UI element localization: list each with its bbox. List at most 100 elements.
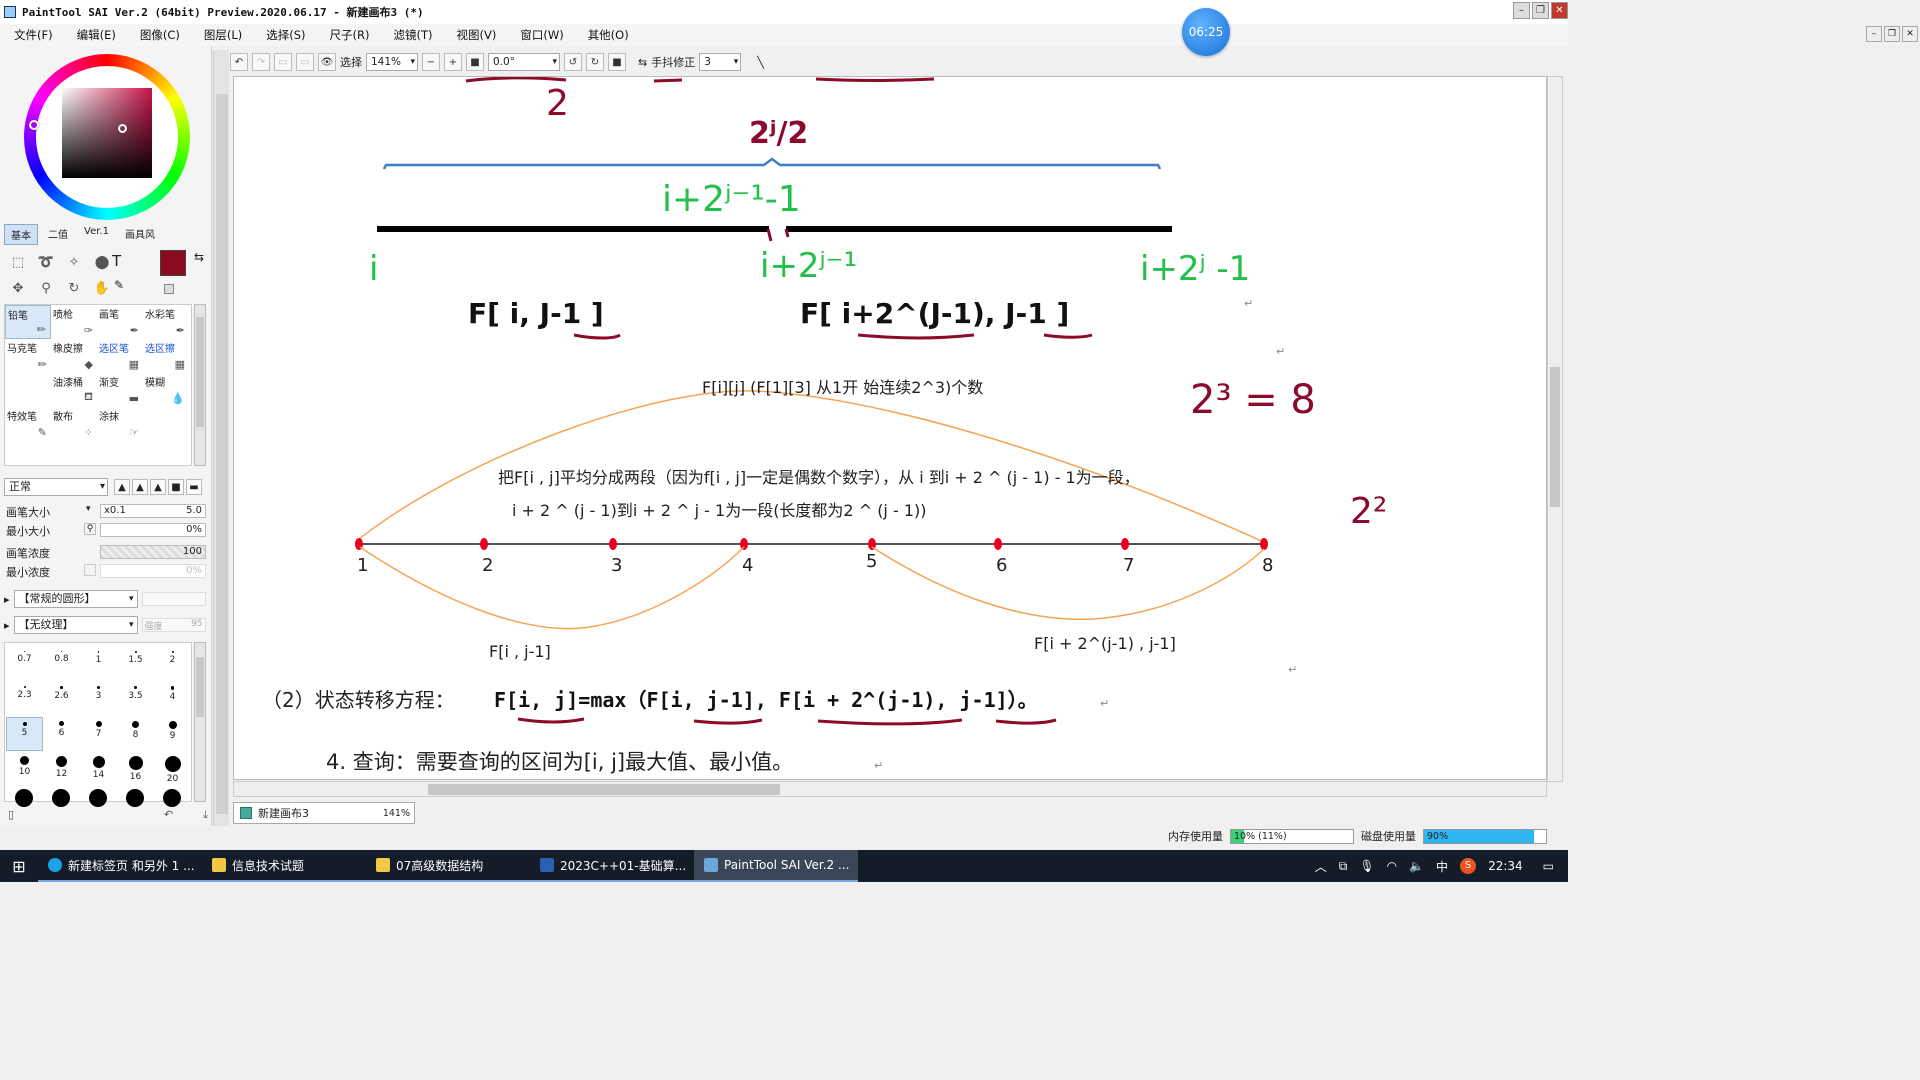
- brush-airbrush[interactable]: 喷枪 ✑: [51, 305, 97, 339]
- brush-size-slider[interactable]: x0.1 5.0: [100, 504, 206, 518]
- tab-ver1[interactable]: Ver.1: [78, 224, 115, 245]
- brush-pencil[interactable]: 铅笔 ✏: [5, 305, 51, 339]
- windows-start-icon[interactable]: ⊞: [0, 857, 38, 876]
- blend-mode-select[interactable]: 正常: [4, 478, 108, 496]
- tip-shape-3[interactable]: ▲: [150, 479, 166, 495]
- flip-icon[interactable]: ⇆: [638, 56, 647, 69]
- restore-button[interactable]: ❐: [1532, 2, 1549, 19]
- size-dropdown-icon[interactable]: ▾: [86, 504, 91, 514]
- size-preset[interactable]: 0.8: [43, 647, 80, 681]
- rotate-reset-icon[interactable]: ■: [608, 53, 626, 71]
- swap-colors-icon[interactable]: ⇆: [194, 250, 204, 264]
- brush-brush[interactable]: 画笔 ✒: [97, 305, 143, 339]
- menu-layer[interactable]: 图层(L): [192, 27, 254, 43]
- redo-icon[interactable]: ↷: [252, 53, 270, 71]
- deselect-icon[interactable]: ▭: [274, 53, 292, 71]
- brush-gradient[interactable]: 渐变 ▬: [97, 373, 143, 407]
- menu-image[interactable]: 图像(C): [128, 27, 192, 43]
- tip-shape-1[interactable]: ▲: [114, 479, 130, 495]
- size-preset[interactable]: 2: [154, 647, 191, 681]
- size-dot-icon[interactable]: [163, 789, 181, 807]
- size-preset[interactable]: 2.3: [6, 682, 43, 716]
- magic-wand-icon[interactable]: ✧: [62, 250, 86, 274]
- menu-other[interactable]: 其他(O): [576, 27, 641, 43]
- tip-shape-5[interactable]: ▬: [186, 479, 202, 495]
- menu-file[interactable]: 文件(F): [0, 27, 65, 43]
- invert-select-icon[interactable]: ▭: [296, 53, 314, 71]
- brush-list-scrollbar[interactable]: [194, 304, 206, 466]
- stabilizer-select[interactable]: 3: [699, 53, 742, 71]
- tip-shape-4[interactable]: ■: [168, 479, 184, 495]
- move-icon[interactable]: ✥: [6, 276, 30, 300]
- size-preset[interactable]: 14: [80, 752, 117, 786]
- canvas-minimize-button[interactable]: –: [1866, 26, 1882, 42]
- eye-icon[interactable]: 👁: [318, 53, 336, 71]
- sogou-input-icon[interactable]: S: [1460, 858, 1477, 874]
- undo-icon[interactable]: ↶: [230, 53, 248, 71]
- task-browser[interactable]: 新建标签页 和另外 1 ...: [38, 850, 202, 882]
- task-folder-2[interactable]: 07高级数据结构: [366, 850, 530, 882]
- rect-select-icon[interactable]: ⬚: [6, 250, 30, 274]
- size-presets-scrollbar[interactable]: [194, 642, 206, 802]
- navigator-scrollbar[interactable]: [213, 50, 229, 826]
- brush-scatter[interactable]: 散布 ⁘: [51, 407, 97, 441]
- volume-icon[interactable]: 🔈: [1409, 859, 1424, 873]
- canvas-close-button[interactable]: ✕: [1902, 26, 1918, 42]
- line-tool-icon[interactable]: ╲: [757, 56, 764, 69]
- brush-smudge[interactable]: 涂抹 ☞: [97, 407, 143, 441]
- brush-effect[interactable]: 特效笔 ✎: [5, 407, 51, 441]
- menu-view[interactable]: 视图(V): [445, 27, 509, 43]
- size-preset[interactable]: 3.5: [117, 682, 154, 716]
- ime-indicator[interactable]: 中: [1436, 858, 1448, 875]
- size-preset[interactable]: 6: [43, 717, 80, 751]
- tab-painter-style[interactable]: 画具风: [119, 224, 161, 245]
- undo-small-icon[interactable]: ↶: [164, 808, 173, 822]
- brush-marker[interactable]: 马克笔 ✏: [5, 339, 51, 373]
- primary-color-swatch[interactable]: [160, 250, 186, 276]
- brush-eraser[interactable]: 橡皮擦 ◆: [51, 339, 97, 373]
- texture-combo[interactable]: 【无纹理】: [13, 616, 138, 634]
- task-folder-1[interactable]: 信息技术试题: [202, 850, 366, 882]
- export-icon[interactable]: ⤓: [203, 808, 208, 822]
- pressure-toggle-icon[interactable]: ⚲: [84, 523, 96, 535]
- density-slider[interactable]: 100: [100, 545, 206, 559]
- size-dot-icon[interactable]: [126, 789, 144, 807]
- wifi-icon[interactable]: ◠: [1387, 859, 1397, 873]
- brush-watercolor[interactable]: 水彩笔 ✒: [143, 305, 189, 339]
- canvas-horizontal-scrollbar[interactable]: [233, 781, 1547, 797]
- saturation-value-box[interactable]: [62, 88, 152, 178]
- size-dot-icon[interactable]: [15, 789, 33, 807]
- zoom-out-icon[interactable]: −: [422, 53, 440, 71]
- lasso-icon[interactable]: ➰: [34, 250, 58, 274]
- close-button[interactable]: ✕: [1551, 2, 1568, 19]
- zoom-select[interactable]: 141%: [366, 53, 418, 71]
- size-preset[interactable]: 9: [154, 717, 191, 751]
- rotate-left-icon[interactable]: ↺: [564, 53, 582, 71]
- page-icon[interactable]: ▯: [8, 808, 14, 822]
- size-preset[interactable]: 10: [6, 752, 43, 786]
- size-dot-icon[interactable]: [89, 789, 107, 807]
- hue-cursor[interactable]: [29, 120, 39, 130]
- brush-blur[interactable]: 模糊 💧: [143, 373, 189, 407]
- tab-binary[interactable]: 二值: [42, 224, 74, 245]
- zoom-icon[interactable]: ⚲: [34, 276, 58, 300]
- text-tool-icon[interactable]: T: [112, 252, 121, 270]
- size-preset[interactable]: 0.7: [6, 647, 43, 681]
- menu-ruler[interactable]: 尺子(R): [318, 27, 382, 43]
- size-preset[interactable]: 12: [43, 752, 80, 786]
- size-preset[interactable]: 20: [154, 752, 191, 786]
- size-dot-icon[interactable]: [52, 789, 70, 807]
- rotate-icon[interactable]: ↻: [62, 276, 86, 300]
- size-preset[interactable]: 5: [6, 717, 43, 751]
- drawing-canvas[interactable]: 2 2ʲ/2 i+2ʲ⁻¹-1 i i+2ʲ⁻¹ i+2ʲ -1 F[ i, J…: [233, 76, 1547, 780]
- tab-basic[interactable]: 基本: [4, 224, 38, 245]
- min-density-slider[interactable]: 0%: [100, 564, 206, 578]
- canvas-restore-button[interactable]: ❐: [1884, 26, 1900, 42]
- tip-shape-2[interactable]: ▲: [132, 479, 148, 495]
- task-word[interactable]: 2023C++01-基础算...: [530, 850, 694, 882]
- size-preset[interactable]: 8: [117, 717, 154, 751]
- sv-cursor[interactable]: [118, 124, 127, 133]
- size-preset[interactable]: 1: [80, 647, 117, 681]
- chevron-up-icon[interactable]: ︿: [1315, 858, 1327, 875]
- size-preset[interactable]: 1.5: [117, 647, 154, 681]
